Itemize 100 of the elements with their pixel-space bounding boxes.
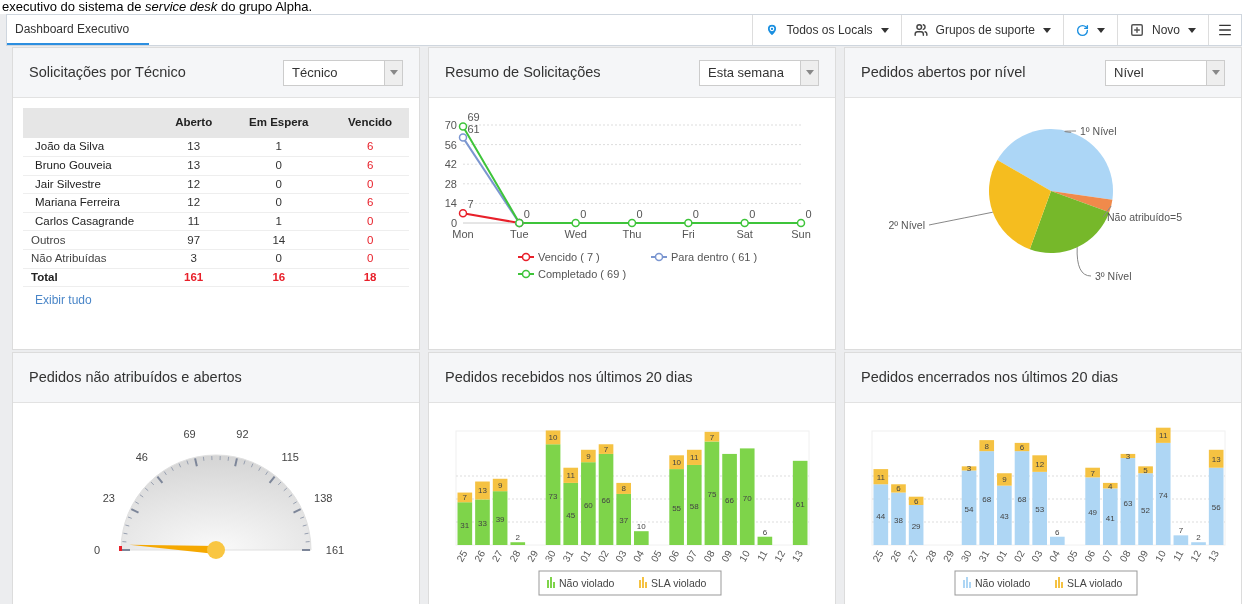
dashboard-tab[interactable]: Dashboard Executivo: [7, 15, 149, 45]
row-label: Total: [23, 268, 161, 287]
data-label: 49: [1088, 508, 1098, 518]
caret-icon: [1097, 27, 1105, 33]
bar-legend-icon: [639, 577, 647, 588]
x-tick-label: 27: [905, 548, 921, 564]
x-tick-label: 11: [1170, 548, 1186, 563]
legend-label[interactable]: Vencido ( 7 ): [538, 251, 600, 263]
table-cell: 6: [331, 193, 409, 213]
x-tick-label: 05: [648, 548, 664, 564]
show-all-link[interactable]: Exibir tudo: [23, 287, 92, 310]
x-tick-label: 26: [472, 548, 488, 564]
x-tick-label: 28: [923, 548, 939, 564]
data-label: 9: [497, 480, 503, 490]
table-cell: 11: [161, 212, 227, 231]
select-field[interactable]: Nível: [1105, 59, 1225, 86]
refresh-icon: [1076, 23, 1089, 37]
x-tick-label: 12: [1188, 548, 1204, 564]
data-label: 6: [762, 527, 768, 537]
data-label: 74: [1158, 490, 1168, 500]
x-tick-label: 01: [994, 548, 1010, 564]
data-label: 60: [583, 500, 593, 510]
table-cell: 13: [161, 138, 227, 157]
legend-marker: [517, 252, 535, 262]
table-cell: 13: [161, 156, 227, 176]
bar-segment: [757, 536, 773, 545]
data-label: 0: [692, 208, 699, 220]
users-icon: [913, 23, 928, 37]
table-cell: 1: [226, 212, 332, 231]
y-tick-label: 14: [444, 197, 457, 210]
caret-icon: [1188, 27, 1196, 33]
x-tick-label: 11: [754, 548, 770, 563]
legend-label[interactable]: Não violado: [975, 577, 1031, 589]
data-label: 0: [580, 208, 587, 220]
panel-title: Pedidos abertos por nível: [861, 62, 1026, 82]
row-label: Não Atribuídas: [23, 249, 161, 269]
x-tick-label: Thu: [622, 228, 642, 240]
row-label: Carlos Casagrande: [23, 212, 161, 231]
gauge-tick-label: 161: [325, 544, 345, 556]
x-tick-label: Sat: [736, 228, 753, 240]
x-tick-label: 06: [666, 548, 682, 564]
data-label: 66: [725, 496, 735, 506]
caret-icon: [1043, 27, 1051, 33]
data-label: 7: [467, 198, 474, 211]
table-cell: 0: [226, 175, 332, 194]
data-label: 11: [876, 472, 885, 482]
data-label: 43: [999, 512, 1009, 522]
select-field[interactable]: Técnico: [283, 59, 403, 86]
x-tick-label: 30: [958, 548, 974, 564]
x-tick-label: 03: [613, 548, 629, 564]
x-tick-label: 04: [1046, 548, 1063, 564]
legend-label[interactable]: Completado ( 69 ): [538, 268, 627, 280]
x-tick-label: 31: [560, 548, 576, 564]
x-tick-label: 26: [888, 548, 904, 564]
data-label: 61: [467, 122, 480, 135]
data-label: 10: [548, 433, 558, 443]
row-label: Bruno Gouveia: [23, 156, 161, 176]
slice-label: Não atribuído=5: [1107, 211, 1182, 223]
panel-title: Resumo de Solicitações: [445, 62, 601, 82]
x-tick-label: 02: [1011, 548, 1027, 564]
data-label: 29: [911, 522, 921, 531]
leader-line: [928, 211, 994, 226]
y-tick-label: 70: [444, 119, 457, 131]
table-cell: 12: [161, 193, 227, 213]
x-tick-label: 30: [542, 548, 558, 564]
data-label: 70: [742, 493, 752, 503]
new-button[interactable]: Novo: [1117, 15, 1208, 45]
bar-segment: [1050, 536, 1065, 545]
x-tick-label: 10: [736, 548, 752, 564]
caret-icon: [805, 70, 814, 75]
panel-title: Pedidos recebidos nos últimos 20 dias: [445, 367, 693, 387]
data-label: 68: [982, 495, 992, 505]
data-label: 7: [709, 432, 715, 442]
bar-segment: [634, 531, 649, 545]
groups-dropdown[interactable]: Grupos de suporte: [900, 15, 1063, 45]
y-tick-label: 42: [444, 158, 457, 171]
location-dropdown[interactable]: Todos os Locals: [751, 15, 901, 45]
data-label: 41: [1105, 513, 1115, 523]
legend-label[interactable]: SLA violado: [651, 577, 707, 589]
table-cell: 18: [331, 268, 409, 287]
legend-label[interactable]: SLA violado: [1067, 577, 1123, 589]
legend-label[interactable]: Para dentro ( 61 ): [671, 251, 758, 263]
table-cell: 161: [161, 268, 227, 287]
table-cell: 0: [226, 156, 332, 176]
x-tick-label: 08: [1117, 548, 1133, 564]
column-header: Em Espera: [226, 108, 332, 138]
bar-segment: [510, 542, 526, 545]
data-label: 7: [1178, 526, 1184, 536]
data-label: 53: [1035, 505, 1045, 515]
caret-icon: [389, 70, 398, 75]
x-tick-label: Mon: [452, 228, 474, 240]
table-cell: 3: [161, 249, 227, 269]
data-label: 4: [1108, 481, 1113, 491]
select-field[interactable]: Esta semana: [699, 59, 819, 86]
column-header: Vencido: [331, 108, 409, 138]
gauge-tick-label: 46: [135, 450, 148, 463]
y-tick-label: 0: [450, 217, 457, 229]
data-label: 37: [619, 516, 629, 526]
legend-label[interactable]: Não violado: [559, 577, 615, 589]
data-label: 8: [984, 441, 989, 451]
